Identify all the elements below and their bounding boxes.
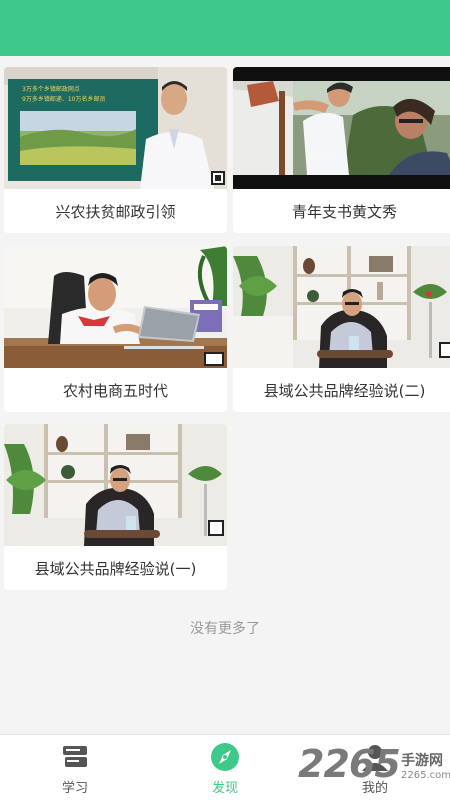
watermark-text: 手游网 <box>401 753 443 769</box>
video-card[interactable]: · · · · · · 青年支书黄文秀 <box>233 67 450 233</box>
tab-discover[interactable]: 发现 <box>150 735 300 800</box>
video-card[interactable]: 县域公共品牌经验说(二) <box>233 246 450 412</box>
video-card[interactable]: 3万多个乡镇邮政网点 9万多乡镇邮递、10万名乡邮员 兴农扶贫邮政引领 <box>4 67 227 233</box>
video-card[interactable]: 县域公共品牌经验说(一) <box>4 424 227 590</box>
books-icon <box>63 746 87 767</box>
screen-text-line1: 3万多个乡镇邮政网点 <box>22 85 80 93</box>
video-thumbnail <box>233 246 450 368</box>
video-thumbnail <box>4 246 227 368</box>
app-header-bar <box>0 0 450 56</box>
video-thumbnail: · · · · · · <box>233 67 450 189</box>
screen-text-line2: 9万多乡镇邮递、10万名乡邮员 <box>22 95 105 103</box>
svg-text:· · · · · ·: · · · · · · <box>313 156 334 163</box>
watermark-number: 2265 <box>298 742 401 786</box>
video-title: 青年支书黄文秀 <box>291 202 397 221</box>
watermark-url: 2265.com <box>401 770 450 781</box>
video-title: 县域公共品牌经验说(一) <box>34 559 197 578</box>
video-title: 县域公共品牌经验说(二) <box>263 381 426 400</box>
compass-icon <box>211 743 239 771</box>
video-title: 农村电商五时代 <box>62 381 168 400</box>
tab-label: 学习 <box>61 781 88 796</box>
video-thumbnail <box>4 424 227 546</box>
no-more-content-text: 没有更多了 <box>190 621 260 637</box>
tab-label: 发现 <box>211 781 238 796</box>
video-thumbnail: 3万多个乡镇邮政网点 9万多乡镇邮递、10万名乡邮员 <box>4 67 227 189</box>
video-title: 兴农扶贫邮政引领 <box>55 202 176 221</box>
tab-learn[interactable]: 学习 <box>0 735 150 800</box>
video-card[interactable]: 农村电商五时代 <box>4 246 227 412</box>
site-watermark: 2265 手游网 2265.com <box>298 738 450 790</box>
